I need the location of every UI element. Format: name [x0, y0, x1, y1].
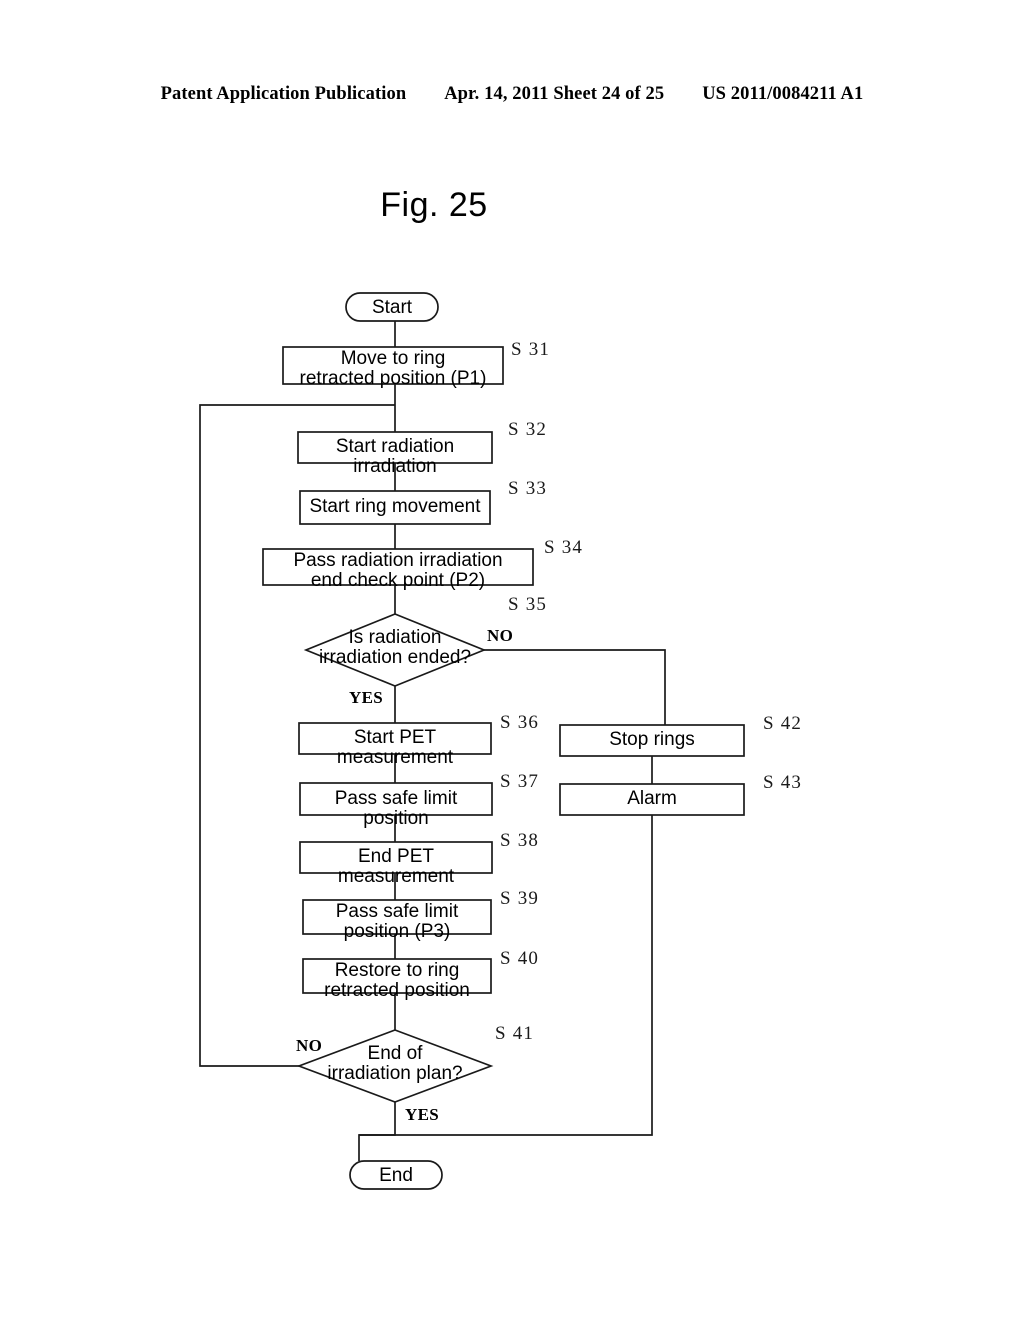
connector-s41-end	[358, 1102, 396, 1161]
s37-node-shape	[299, 782, 493, 816]
start-node-shape	[345, 292, 439, 322]
s34-node-shape	[262, 548, 534, 586]
step-id-s40: S 40	[500, 948, 540, 969]
step-id-s41: S 41	[495, 1023, 535, 1044]
step-id-s43: S 43	[763, 772, 803, 793]
step-id-s37: S 37	[500, 771, 540, 792]
s32-node-shape	[297, 431, 493, 464]
step-id-s36: S 36	[500, 712, 540, 733]
step-id-s32: S 32	[508, 419, 548, 440]
step-id-s42: S 42	[763, 713, 803, 734]
branch-label-s35-yes: YES	[349, 688, 383, 707]
s39-node-shape	[302, 899, 492, 935]
step-id-s34: S 34	[544, 537, 584, 558]
step-id-s31: S 31	[511, 339, 551, 360]
branch-label-s41-yes: YES	[405, 1105, 439, 1124]
end-node-shape	[349, 1160, 443, 1190]
flowchart-canvas	[199, 292, 745, 1190]
step-id-s39: S 39	[500, 888, 540, 909]
flowchart-diagram: Start Move to ring retracted position (P…	[0, 0, 1024, 1320]
step-id-s38: S 38	[500, 830, 540, 851]
s33-node-shape	[299, 490, 491, 525]
s41-node-shape	[296, 1029, 494, 1103]
step-id-s33: S 33	[508, 478, 548, 499]
s38-node-shape	[299, 841, 493, 874]
branch-label-s41-no: NO	[296, 1036, 323, 1055]
branch-label-s35-no: NO	[487, 626, 514, 645]
s36-node-shape	[298, 722, 492, 755]
patent-page: Patent Application Publication Apr. 14, …	[0, 0, 1024, 1320]
s35-node-shape	[303, 613, 487, 687]
s43-node-shape	[559, 783, 745, 816]
s40-node-shape	[302, 958, 492, 994]
s31-node-shape	[282, 346, 504, 385]
step-id-s35: S 35	[508, 594, 548, 615]
s42-node-shape	[559, 724, 745, 757]
